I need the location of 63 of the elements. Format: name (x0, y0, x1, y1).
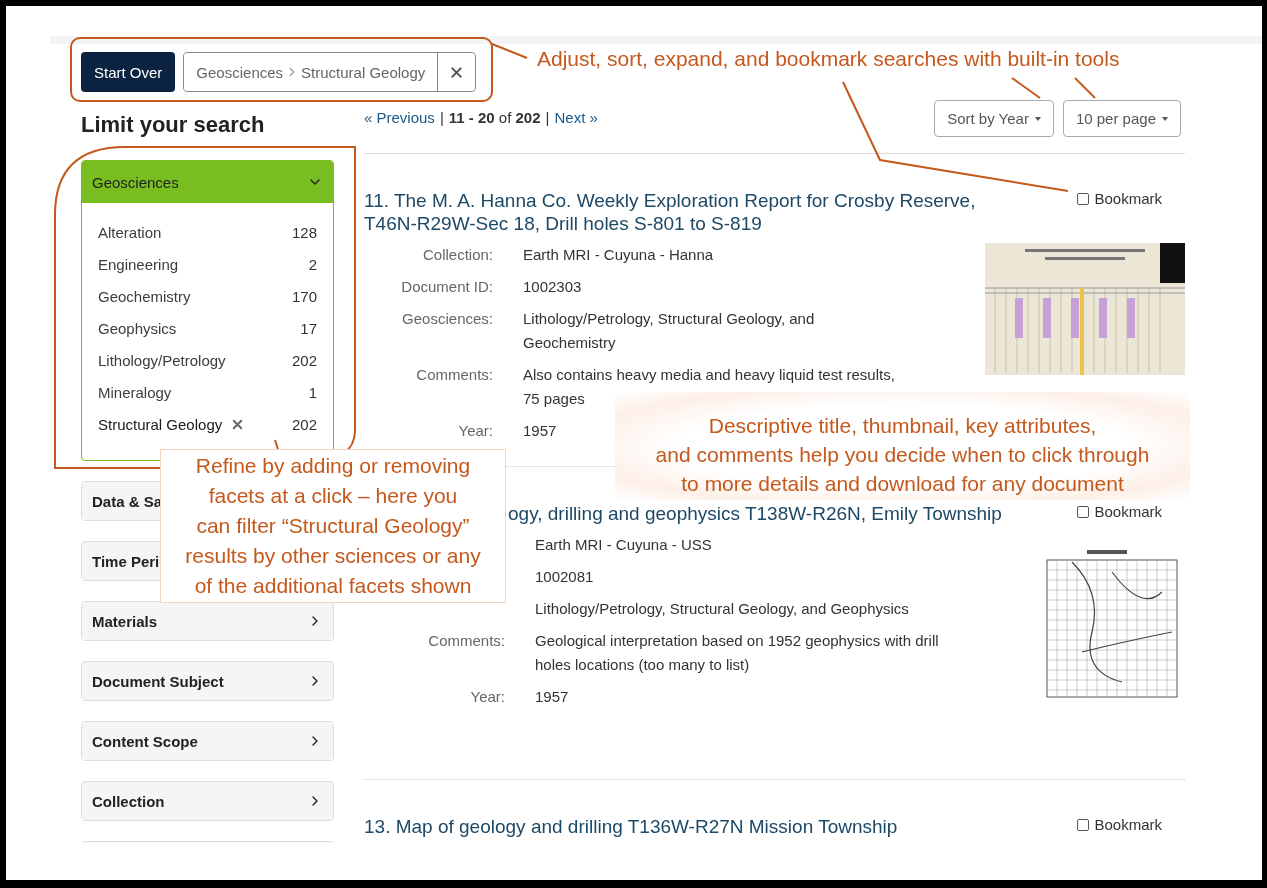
facet-link[interactable]: Geochemistry (98, 287, 191, 305)
facet-header[interactable]: Collection (82, 782, 333, 820)
field-value: Lithology/Petrology, Structural Geology, and Geochemistry (523, 309, 815, 353)
facet-header[interactable]: Content Scope (82, 722, 333, 760)
checkbox[interactable] (1077, 818, 1090, 831)
field-value: 1002081 (535, 567, 594, 587)
field-label: Collection: (421, 245, 493, 265)
facet-header[interactable]: Document Subject (82, 662, 333, 700)
facet-count: 1 (308, 383, 317, 401)
facet-link[interactable]: Alteration (98, 223, 162, 241)
bookmark-checkbox[interactable]: Bookmark (1077, 190, 1162, 207)
bookmark-checkbox[interactable]: Bookmark (1077, 503, 1162, 520)
field-value: 1957 (535, 687, 569, 707)
facet-count: 2 (308, 255, 317, 273)
caret-icon (1162, 116, 1168, 121)
dropdown-button[interactable]: Sort by Year (934, 100, 1054, 137)
annotation-text: Adjust, sort, expand, and bookmark searches with built-in tools (537, 46, 1120, 72)
facet-link[interactable]: Structural Geology (98, 415, 246, 433)
checkbox[interactable] (1077, 505, 1090, 518)
facet-link[interactable]: Mineralogy (98, 383, 172, 401)
facet-header[interactable]: Geosciences (82, 161, 333, 203)
bookmark-checkbox[interactable]: Bookmark (1077, 816, 1162, 833)
facet-link[interactable]: Lithology/Petrology (98, 351, 226, 369)
result-title-link[interactable]: 11. The M. A. Hanna Co. Weekly Exploration Report for Crosby Reserve, T46N-R29W-Sec 18, Drill holes S-801 to S-819 (364, 189, 1024, 235)
field-value: Lithology/Petrology, Structural Geology, and Geophysics (535, 599, 909, 619)
field-label: Document ID: (400, 277, 493, 297)
pagination-link[interactable]: Next » (554, 109, 598, 126)
field-label: Comments: (415, 365, 493, 385)
callout-tooltip: Refine by adding or removing facets at a click – here you can filter “Structural Geology” results by other sciences or any of the additional facets shown (160, 449, 506, 603)
facet-link[interactable]: Engineering (98, 255, 179, 273)
field-value: 1957 (523, 421, 557, 441)
separator: | (545, 109, 550, 126)
facet-count: 202 (291, 351, 317, 369)
field-value: Earth MRI - Cuyuna - USS (535, 535, 712, 555)
field-label: Year: (457, 421, 493, 441)
remove-filter-button[interactable] (437, 53, 476, 91)
dropdown-button[interactable]: 10 per page (1062, 100, 1181, 137)
field-value: Earth MRI - Cuyuna - Hanna (523, 245, 714, 265)
facet-link[interactable]: Geophysics (98, 319, 177, 337)
separator: | (439, 109, 444, 126)
field-label: Year: (469, 687, 505, 707)
filter-constraint[interactable]: Geosciences Structural Geology (183, 52, 477, 92)
leader-line (1074, 77, 1096, 99)
field-value: 1002303 (523, 277, 582, 297)
leader-line (491, 43, 528, 59)
start-over-button[interactable]: Start Over (81, 52, 176, 92)
page-range: 11 - 20 of 202 (448, 109, 541, 126)
result-title-link[interactable]: 13. Map of geology and drilling T136W-R27N Mission Township (364, 815, 898, 838)
sidebar-heading: Limit your search (81, 111, 266, 139)
field-label: Comments: (427, 631, 505, 651)
facet-count: 128 (291, 223, 317, 241)
caret-icon (1034, 116, 1041, 121)
checkbox[interactable] (1077, 192, 1090, 205)
facet-count: 170 (291, 287, 317, 305)
field-label: Geosciences: (401, 309, 493, 329)
document-thumbnail[interactable] (985, 243, 1185, 375)
facet-count: 17 (300, 319, 317, 337)
facet-header[interactable]: Materials (82, 602, 333, 640)
field-value: Also contains heavy media and heavy liquid test results, 75 pages (523, 365, 895, 409)
pagination-link[interactable]: « Previous (364, 109, 435, 126)
facet-count: 202 (291, 415, 317, 433)
annotation-text: Descriptive title, thumbnail, key attributes, and comments help you decide when to click through to more details and download for any document (654, 413, 1151, 497)
field-value: Geological interpretation based on 1952 geophysics with drill holes locations (too many to list) (535, 631, 939, 675)
